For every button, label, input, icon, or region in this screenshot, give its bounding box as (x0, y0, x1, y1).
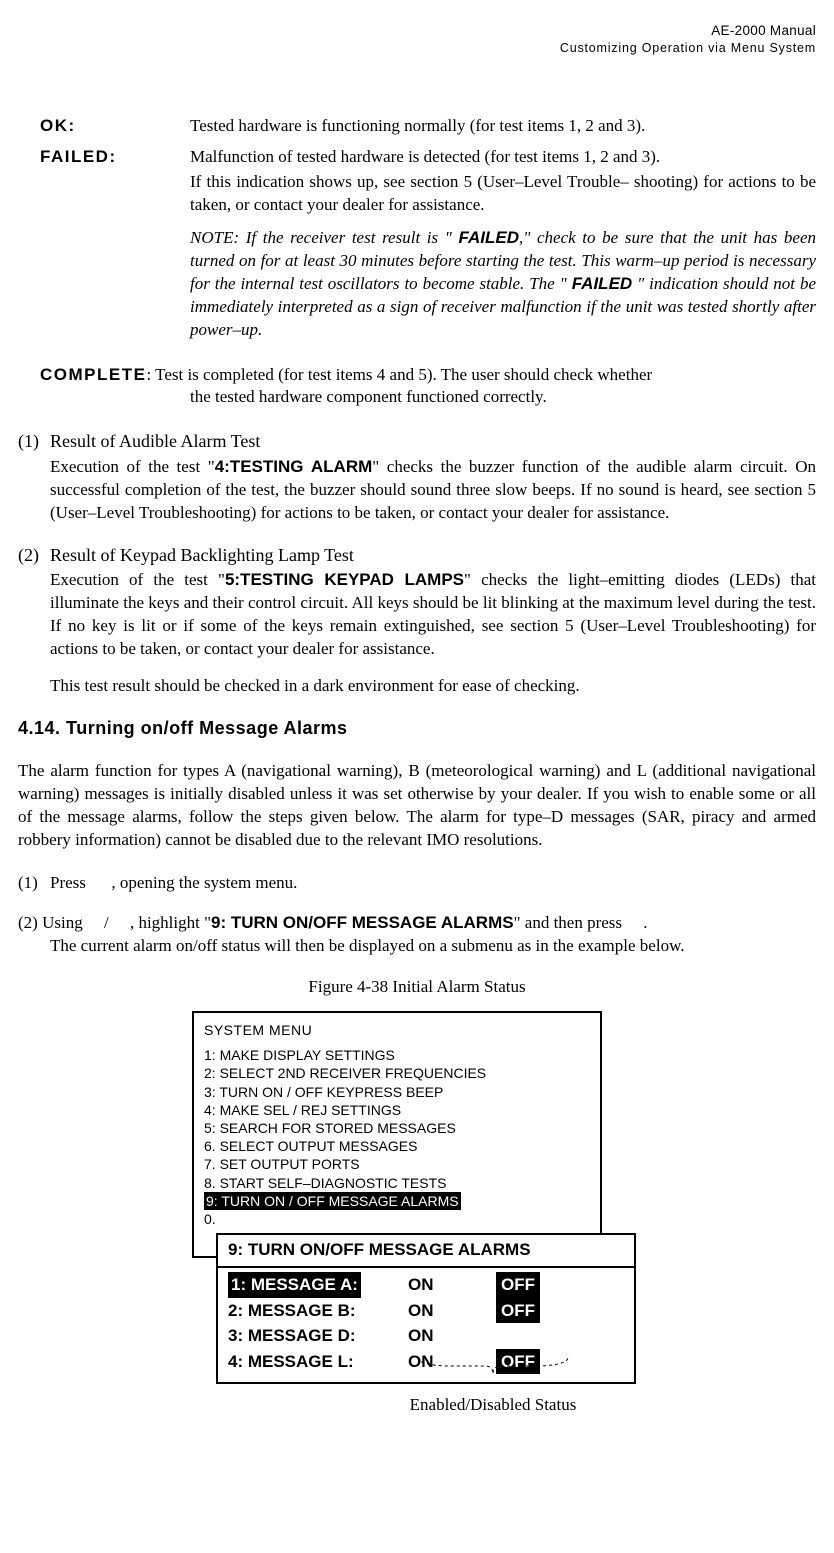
brace-wrap: Enabled/Disabled Status (378, 1355, 608, 1417)
def-ok-term: OK: (40, 115, 190, 138)
step-2-line1: (2) Using / , highlight "9: TURN ON/OFF … (18, 912, 816, 935)
msg-b-on: ON (408, 1298, 488, 1324)
msg-b-off: OFF (488, 1298, 548, 1324)
subsection-1: (1)Result of Audible Alarm Test Executio… (18, 429, 816, 524)
header-line2: Customizing Operation via Menu System (18, 40, 816, 57)
menu-outer: SYSTEM MENU 1: MAKE DISPLAY SETTINGS 2: … (192, 1011, 642, 1258)
alarm-submenu-title: 9: TURN ON/OFF MESSAGE ALARMS (218, 1235, 634, 1268)
def-complete: COMPLETE: Test is completed (for test it… (40, 364, 816, 410)
def-ok-body: Tested hardware is functioning normally … (190, 115, 816, 138)
sys-item-8: 8. START SELF–DIAGNOSTIC TESTS (204, 1174, 590, 1192)
system-menu-items: 1: MAKE DISPLAY SETTINGS 2: SELECT 2ND R… (194, 1046, 600, 1256)
sys-item-9: 9: TURN ON / OFF MESSAGE ALARMS (204, 1192, 590, 1210)
msg-row-b: 2: MESSAGE B: ON OFF (228, 1298, 624, 1324)
step-2: (2) Using / , highlight "9: TURN ON/OFF … (18, 912, 816, 958)
sub2-head: (2)Result of Keypad Backlighting Lamp Te… (18, 543, 816, 567)
header-line1: AE-2000 Manual (18, 22, 816, 40)
msg-b-label: 2: MESSAGE B: (228, 1298, 408, 1324)
msg-row-d: 3: MESSAGE D: ON (228, 1323, 624, 1349)
subsection-2: (2)Result of Keypad Backlighting Lamp Te… (18, 543, 816, 698)
def-ok: OK: Tested hardware is functioning norma… (40, 115, 816, 138)
step-1: (1)Press , opening the system menu. (18, 872, 816, 895)
sys-item-0: 0. (204, 1210, 590, 1228)
msg-a-on: ON (408, 1272, 488, 1298)
brace-label: Enabled/Disabled Status (378, 1394, 608, 1417)
system-menu: SYSTEM MENU 1: MAKE DISPLAY SETTINGS 2: … (192, 1011, 602, 1258)
def-failed: FAILED: Malfunction of tested hardware i… (40, 146, 816, 169)
definitions-block: OK: Tested hardware is functioning norma… (40, 115, 816, 341)
def-failed-body1: Malfunction of tested hardware is detect… (190, 146, 816, 169)
section-414-para: The alarm function for types A (navigati… (18, 760, 816, 852)
msg-a-off: OFF (488, 1272, 548, 1298)
figure-wrap: SYSTEM MENU 1: MAKE DISPLAY SETTINGS 2: … (18, 1011, 816, 1258)
sub1-body: Execution of the test "4:TESTING ALARM" … (50, 456, 816, 525)
sys-item-3: 3: TURN ON / OFF KEYPRESS BEEP (204, 1083, 590, 1101)
sys-item-4: 4: MAKE SEL / REJ SETTINGS (204, 1101, 590, 1119)
sys-item-7: 7. SET OUTPUT PORTS (204, 1155, 590, 1173)
sys-item-6: 6. SELECT OUTPUT MESSAGES (204, 1137, 590, 1155)
def-complete-line1: COMPLETE: Test is completed (for test it… (40, 364, 816, 387)
sub1-head: (1)Result of Audible Alarm Test (18, 429, 816, 453)
page-header: AE-2000 Manual Customizing Operation via… (18, 22, 816, 57)
step-2-line2: The current alarm on/off status will the… (50, 935, 816, 958)
section-title-414: 4.14. Turning on/off Message Alarms (18, 716, 816, 740)
sys-item-1: 1: MAKE DISPLAY SETTINGS (204, 1046, 590, 1064)
msg-a-label: 1: MESSAGE A: (228, 1272, 408, 1298)
sub2-body: Execution of the test "5:TESTING KEYPAD … (50, 569, 816, 661)
msg-d-label: 3: MESSAGE D: (228, 1323, 408, 1349)
def-failed-term: FAILED: (40, 146, 190, 169)
system-menu-title: SYSTEM MENU (194, 1013, 600, 1046)
def-failed-body2: If this indication shows up, see section… (190, 171, 816, 217)
sys-item-5: 5: SEARCH FOR STORED MESSAGES (204, 1119, 590, 1137)
def-failed-note: NOTE: If the receiver test result is " F… (190, 227, 816, 342)
brace-icon (413, 1355, 573, 1377)
figure-caption: Figure 4-38 Initial Alarm Status (18, 976, 816, 999)
sub2-extra: This test result should be checked in a … (50, 675, 816, 698)
msg-d-on: ON (408, 1323, 488, 1349)
msg-row-a: 1: MESSAGE A: ON OFF (228, 1272, 624, 1298)
sys-item-2: 2: SELECT 2ND RECEIVER FREQUENCIES (204, 1064, 590, 1082)
def-complete-line2: the tested hardware component functioned… (190, 386, 816, 409)
